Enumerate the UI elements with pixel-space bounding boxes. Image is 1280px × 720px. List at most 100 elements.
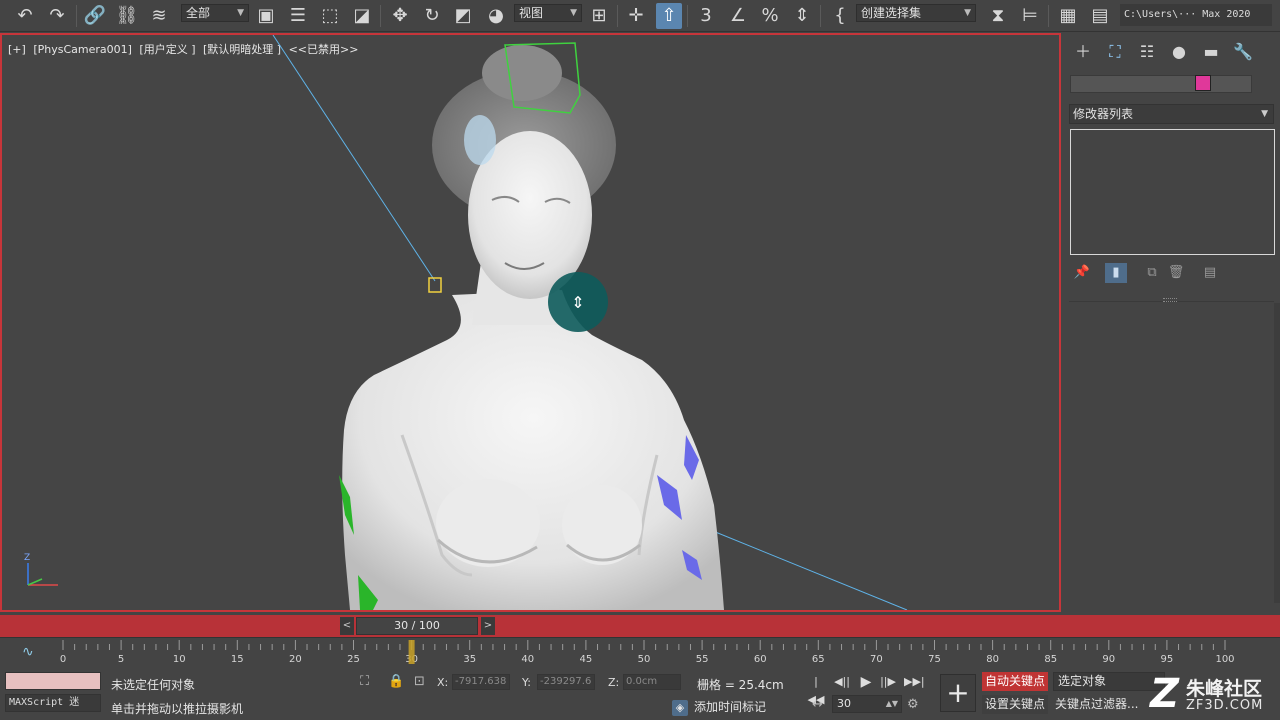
layer-explorer-icon[interactable]: ▤ xyxy=(1087,3,1113,29)
motion-tab-icon[interactable]: ● xyxy=(1167,41,1191,63)
command-panel-tabs: ＋ ⛶ ☷ ● ▬ 🔧 xyxy=(1069,39,1274,65)
spinner-icon[interactable]: ▲▼ xyxy=(886,696,898,712)
next-frame-button[interactable]: > xyxy=(481,617,495,635)
bind-spacewarp-icon[interactable]: ≋ xyxy=(146,3,172,29)
toolbar-separator xyxy=(1048,5,1049,27)
axis-y-line xyxy=(27,578,43,586)
align-icon[interactable]: ⊨ xyxy=(1017,3,1043,29)
named-selection-dropdown[interactable]: 创建选择集 ▼ xyxy=(856,4,976,22)
project-path[interactable]: C:\Users\··· Max 2020 xyxy=(1120,4,1272,26)
frame-ruler: 0510152025303540455055606570758085909510… xyxy=(60,640,1235,665)
chevron-down-icon: ▼ xyxy=(1261,109,1268,119)
keyboard-shortcut-override-icon[interactable]: ⇧ xyxy=(656,3,682,29)
modifier-list-dropdown[interactable]: 修改器列表 ▼ xyxy=(1069,104,1274,124)
remove-modifier-icon[interactable]: 🗑 xyxy=(1165,263,1187,283)
scene-explorer-icon[interactable]: ▦ xyxy=(1055,3,1081,29)
time-config-icon[interactable]: ⚙ xyxy=(907,697,919,712)
pin-stack-icon[interactable]: 📌 xyxy=(1071,263,1093,283)
rect-selection-icon[interactable]: ⬚ xyxy=(317,3,343,29)
figure-torso xyxy=(342,290,724,610)
select-manipulate-icon[interactable]: ✛ xyxy=(623,3,649,29)
hierarchy-tab-icon[interactable]: ☷ xyxy=(1135,41,1159,63)
next-key-button[interactable]: ||▶ xyxy=(878,673,898,691)
add-time-tag-button[interactable]: ◈ 添加时间标记 xyxy=(672,698,766,716)
undo-icon[interactable]: ↶ xyxy=(12,3,38,29)
redo-icon[interactable]: ↷ xyxy=(44,3,70,29)
object-name-field[interactable] xyxy=(1070,75,1252,93)
create-tab-icon[interactable]: ＋ xyxy=(1071,41,1095,63)
watermark: Z 朱峰社区 ZF3D.COM xyxy=(1150,672,1280,720)
add-time-tag-label: 添加时间标记 xyxy=(694,700,767,714)
status-bar: MAXScript 迷 未选定任何对象 单击并拖动以推拉摄影机 ⛶ 🔒 ⊡ X:… xyxy=(0,668,1280,720)
set-keys-button[interactable]: + xyxy=(940,674,976,712)
watermark-name: 朱峰社区 xyxy=(1186,678,1263,700)
edit-named-selection-icon[interactable]: { xyxy=(827,3,853,29)
place-icon[interactable]: ◕ xyxy=(483,3,509,29)
y-coordinate-field[interactable]: -239297.6 xyxy=(537,674,595,690)
ruler-label: 20 xyxy=(289,654,302,665)
camera-viewport[interactable]: [+] [PhysCamera001] [用户定义 ] [默认明暗处理 ] <<… xyxy=(0,33,1061,612)
modifier-stack[interactable] xyxy=(1070,129,1275,255)
named-selection-value: 创建选择集 xyxy=(861,6,922,20)
configure-sets-icon[interactable]: ▤ xyxy=(1199,263,1221,283)
previous-frame-button[interactable]: < xyxy=(340,617,354,635)
auto-key-button[interactable]: 自动关键点 xyxy=(982,672,1048,691)
spinner-snap-icon[interactable]: ⇕ xyxy=(789,3,815,29)
ruler-label: 100 xyxy=(1215,654,1234,665)
object-color-swatch[interactable] xyxy=(1195,75,1211,91)
snaps-toggle-icon[interactable]: 3 xyxy=(693,3,719,29)
utilities-tab-icon[interactable]: 🔧 xyxy=(1231,41,1255,63)
z-coordinate-field[interactable]: 0.0cm xyxy=(623,674,681,690)
figure-hair-bun xyxy=(482,45,562,101)
selection-set-dropdown[interactable]: 选定对象 xyxy=(1053,672,1165,691)
set-key-button[interactable]: 设置关键点 xyxy=(982,695,1048,714)
reference-coord-dropdown[interactable]: 视图 ▼ xyxy=(514,4,582,22)
selection-lock-icon[interactable]: 🔒 xyxy=(388,674,404,689)
select-by-name-icon[interactable]: ☰ xyxy=(285,3,311,29)
mirror-icon[interactable]: ⧗ xyxy=(985,3,1011,29)
scene-render: ⇕ xyxy=(27,35,908,610)
make-unique-icon[interactable]: ⧉ xyxy=(1141,263,1163,283)
time-slider[interactable]: 30 / 100 xyxy=(356,617,478,635)
modify-tab-icon[interactable]: ⛶ xyxy=(1103,41,1127,63)
display-tab-icon[interactable]: ▬ xyxy=(1199,41,1223,63)
reference-coord-value: 视图 xyxy=(519,6,544,20)
panel-grip[interactable] xyxy=(1163,298,1177,302)
unlink-icon[interactable]: ⛓ xyxy=(114,3,140,29)
pivot-center-icon[interactable]: ⊞ xyxy=(586,3,612,29)
previous-key-button[interactable]: ◀|| xyxy=(832,673,852,691)
selection-filter-dropdown[interactable]: 全部 ▼ xyxy=(181,4,249,22)
track-bar[interactable]: ∿ 05101520253035404550556065707580859095… xyxy=(0,637,1280,668)
absolute-mode-icon[interactable]: ⊡ xyxy=(414,674,425,689)
current-frame-field[interactable]: 30 ▲▼ xyxy=(832,695,902,713)
go-to-start-button[interactable]: |◀◀ xyxy=(806,673,826,706)
x-label: X: xyxy=(437,676,449,689)
x-coordinate-field[interactable]: -7917.638 xyxy=(452,674,510,690)
toolbar-separator xyxy=(617,5,618,27)
command-panel-scrollbar[interactable] xyxy=(1274,303,1280,603)
percent-snap-icon[interactable]: % xyxy=(757,3,783,29)
figure-face-highlight xyxy=(464,115,496,165)
watermark-url: ZF3D.COM xyxy=(1186,698,1264,713)
link-icon[interactable]: 🔗 xyxy=(82,3,108,29)
angle-snap-icon[interactable]: ∠ xyxy=(725,3,751,29)
ruler-label: 45 xyxy=(580,654,593,665)
current-frame-marker[interactable] xyxy=(408,640,415,664)
show-end-result-icon[interactable]: ▮ xyxy=(1105,263,1127,283)
maxscript-mini-listener[interactable]: MAXScript 迷 xyxy=(5,694,101,712)
rotate-icon[interactable]: ↻ xyxy=(419,3,445,29)
window-crossing-icon[interactable]: ◪ xyxy=(349,3,375,29)
go-to-end-button[interactable]: ▶▶| xyxy=(904,673,925,691)
time-slider-bar: < 30 / 100 > xyxy=(0,615,1280,637)
select-object-icon[interactable]: ▣ xyxy=(253,3,279,29)
maxscript-listener-box[interactable] xyxy=(5,672,101,690)
current-frame-value: 30 xyxy=(837,697,851,710)
ruler-label: 90 xyxy=(1102,654,1115,665)
ruler-label: 65 xyxy=(812,654,825,665)
scale-icon[interactable]: ◩ xyxy=(450,3,476,29)
isolate-selection-icon[interactable]: ⛶ xyxy=(360,674,369,689)
key-mode-icon[interactable]: ↔ xyxy=(812,697,823,712)
ruler-label: 55 xyxy=(696,654,709,665)
move-icon[interactable]: ✥ xyxy=(387,3,413,29)
play-button[interactable]: ▶ xyxy=(856,673,876,691)
